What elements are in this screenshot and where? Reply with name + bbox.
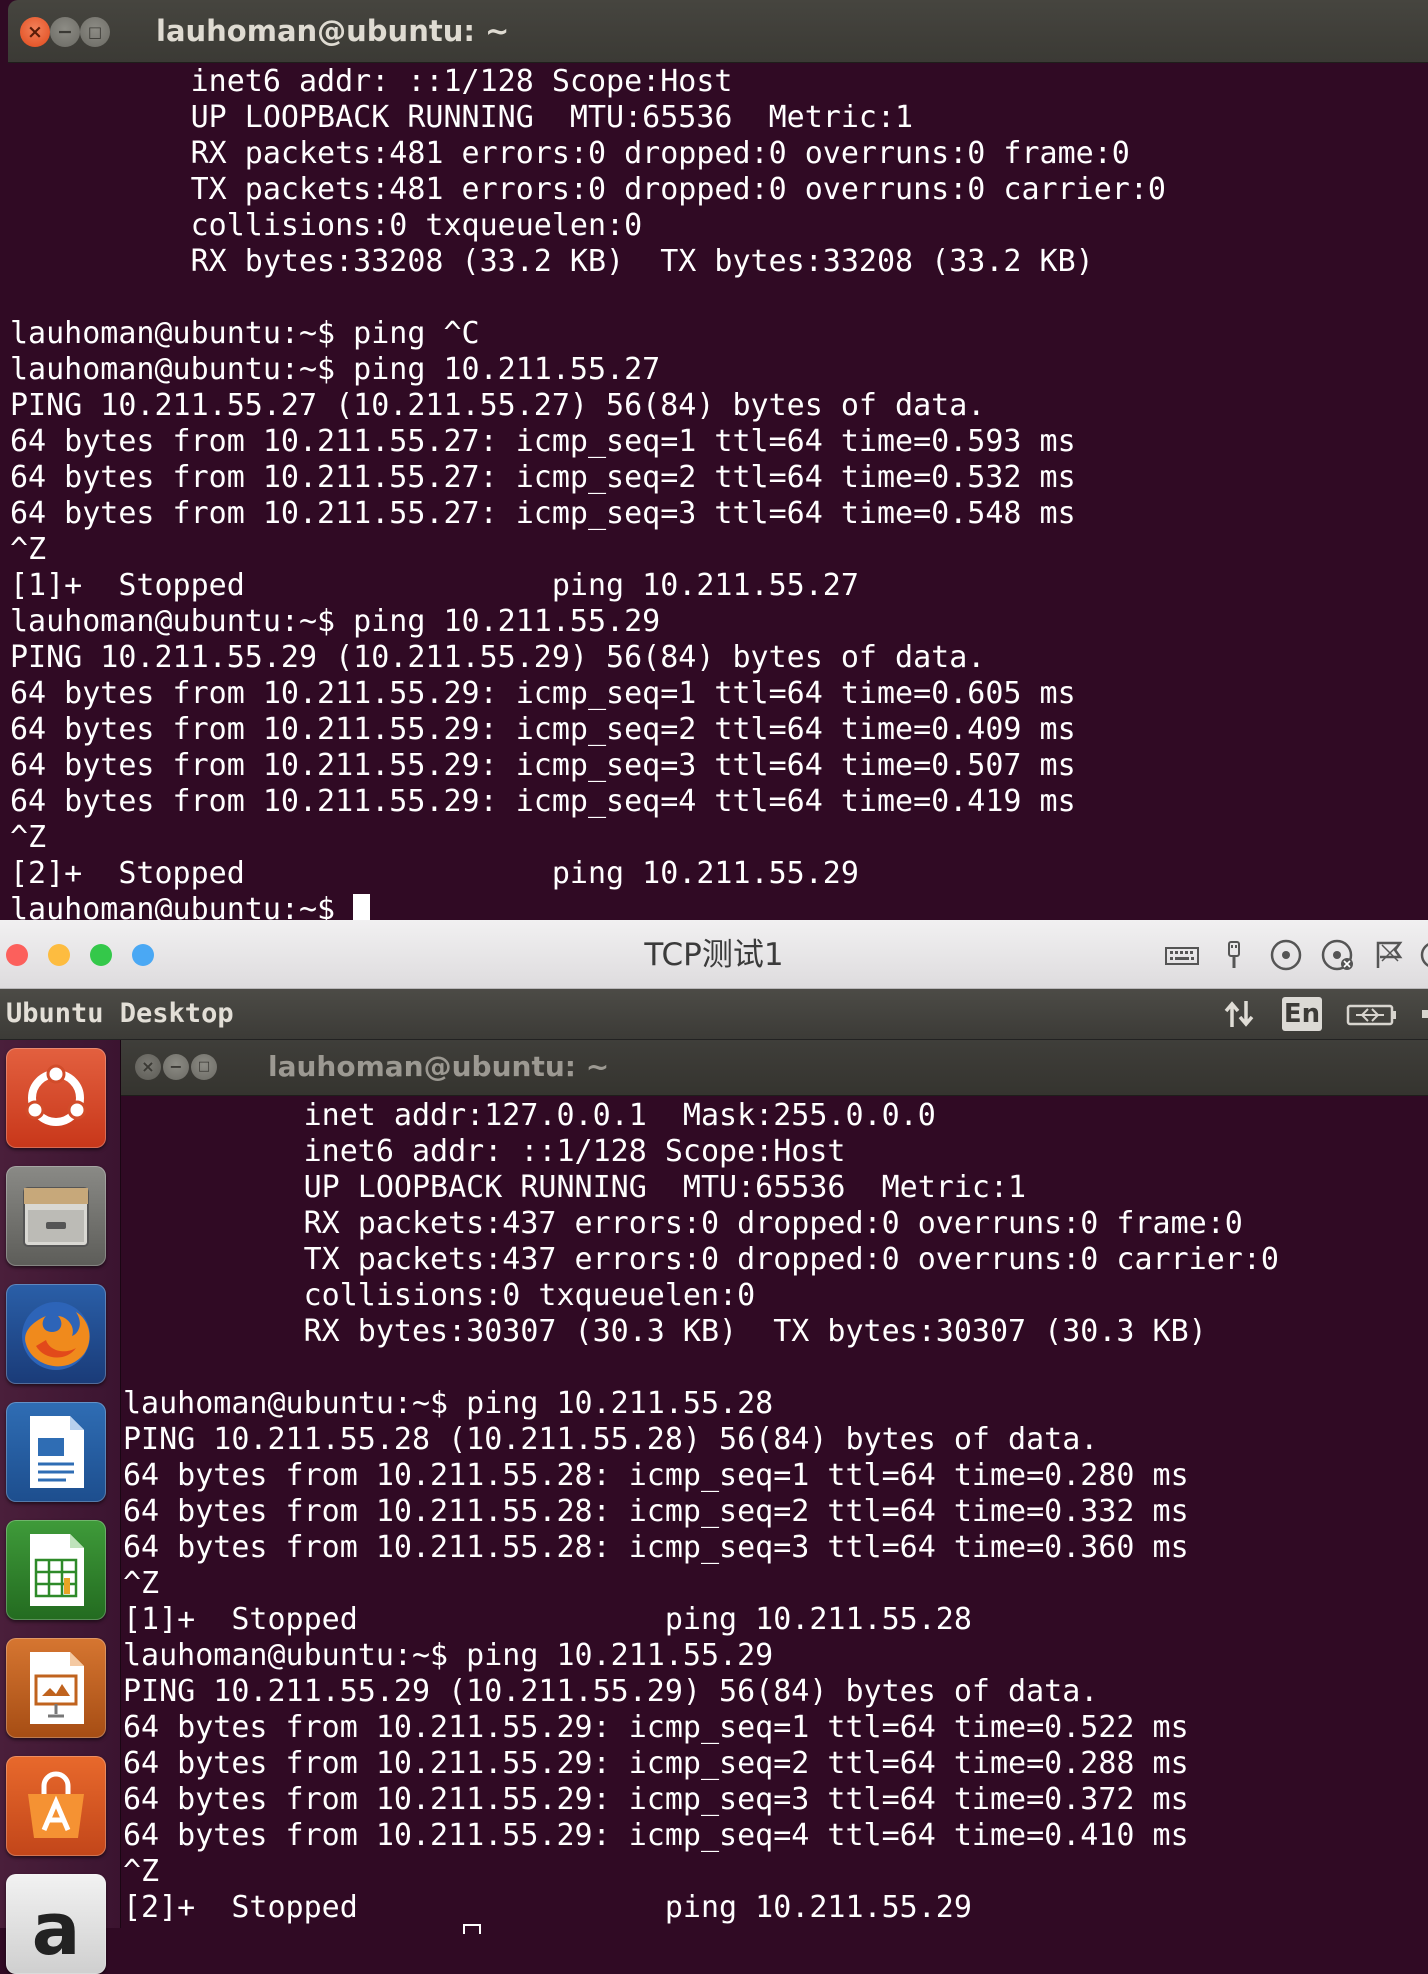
impress-icon[interactable] [6, 1638, 106, 1738]
maximize-icon[interactable]: □ [191, 1054, 217, 1080]
terminal-line: lauhoman@ubuntu:~$ ping ^C [10, 316, 480, 351]
firefox-icon[interactable] [6, 1284, 106, 1384]
terminal-line: UP LOOPBACK RUNNING MTU:65536 Metric:1 [123, 1170, 1027, 1205]
terminal-line: 64 bytes from 10.211.55.29: icmp_seq=3 t… [123, 1782, 1189, 1817]
terminal-line: lauhoman@ubuntu:~$ ping 10.211.55.27 [10, 352, 661, 387]
top-terminal-window: × − □ lauhoman@ubuntu: ~ inet6 addr: ::1… [0, 0, 1428, 927]
terminal-line: inet6 addr: ::1/128 Scope:Host [123, 1134, 846, 1169]
terminal-output[interactable]: inet6 addr: ::1/128 Scope:Host UP LOOPBA… [10, 64, 1428, 928]
cd-icon[interactable] [1268, 938, 1304, 972]
close-icon[interactable]: × [20, 17, 50, 47]
terminal-line: [1]+ Stopped ping 10.211.55.28 [123, 1602, 972, 1637]
terminal-line: 64 bytes from 10.211.55.29: icmp_seq=4 t… [123, 1818, 1189, 1853]
minimize-icon[interactable]: − [50, 17, 80, 47]
launcher: a [0, 1040, 121, 1974]
terminal-line: 64 bytes from 10.211.55.29: icmp_seq=1 t… [123, 1710, 1189, 1745]
ubuntu-dash-icon[interactable] [6, 1048, 106, 1148]
inner-terminal-titlebar[interactable]: × − □ lauhoman@ubuntu: ~ [121, 1040, 1428, 1096]
terminal-line: 64 bytes from 10.211.55.27: icmp_seq=1 t… [10, 424, 1076, 459]
terminal-line: 64 bytes from 10.211.55.29: icmp_seq=2 t… [10, 712, 1076, 747]
window-title: lauhoman@ubuntu: ~ [156, 14, 510, 48]
terminal-line: RX packets:481 errors:0 dropped:0 overru… [10, 136, 1130, 171]
terminal-line: PING 10.211.55.29 (10.211.55.29) 56(84) … [123, 1674, 1099, 1709]
top-panel: Ubuntu Desktop En [0, 989, 1428, 1040]
terminal-line: TX packets:437 errors:0 dropped:0 overru… [123, 1242, 1279, 1277]
flag-icon[interactable] [1372, 938, 1408, 972]
svg-text:a: a [32, 1887, 81, 1971]
terminal-line: TX packets:481 errors:0 dropped:0 overru… [10, 172, 1166, 207]
panel-title: Ubuntu Desktop [6, 998, 234, 1029]
terminal-lines: inet addr:127.0.0.1 Mask:255.0.0.0 inet6… [123, 1098, 1428, 1926]
terminal-line: RX packets:437 errors:0 dropped:0 overru… [123, 1206, 1243, 1241]
close-icon[interactable]: × [135, 1054, 161, 1080]
vm-titlebar[interactable]: TCP测试1 [0, 920, 1428, 989]
terminal-line: UP LOOPBACK RUNNING MTU:65536 Metric:1 [10, 100, 914, 135]
terminal-line: [2]+ Stopped ping 10.211.55.29 [10, 856, 859, 891]
terminal-line: inet addr:127.0.0.1 Mask:255.0.0.0 [123, 1098, 936, 1133]
minimize-icon[interactable]: − [163, 1054, 189, 1080]
terminal-line: 64 bytes from 10.211.55.28: icmp_seq=3 t… [123, 1530, 1189, 1565]
terminal-line: [1]+ Stopped ping 10.211.55.27 [10, 568, 859, 603]
software-center-icon[interactable] [6, 1756, 106, 1856]
inner-terminal-window: × − □ lauhoman@ubuntu: ~ inet addr:127.0… [121, 1040, 1428, 1928]
terminal-line: 64 bytes from 10.211.55.29: icmp_seq=1 t… [10, 676, 1076, 711]
terminal-line: ^Z [123, 1854, 160, 1889]
amazon-icon[interactable]: a [6, 1874, 106, 1974]
terminal-line: lauhoman@ubuntu:~$ ping 10.211.55.29 [10, 604, 661, 639]
terminal-line: 64 bytes from 10.211.55.27: icmp_seq=2 t… [10, 460, 1076, 495]
window-title: lauhoman@ubuntu: ~ [268, 1050, 610, 1083]
maximize-icon[interactable]: □ [80, 17, 110, 47]
terminal-line: collisions:0 txqueuelen:0 [123, 1278, 756, 1313]
language-indicator[interactable]: En [1282, 997, 1322, 1031]
calc-icon[interactable] [6, 1520, 106, 1620]
terminal-line: PING 10.211.55.27 (10.211.55.27) 56(84) … [10, 388, 986, 423]
top-terminal-titlebar[interactable]: × − □ lauhoman@ubuntu: ~ [8, 0, 1428, 63]
disc-eject-icon[interactable] [1320, 938, 1356, 972]
terminal-line: ^Z [123, 1566, 160, 1601]
terminal-output[interactable]: inet addr:127.0.0.1 Mask:255.0.0.0 inet6… [123, 1098, 1428, 1926]
terminal-lines: inet6 addr: ::1/128 Scope:Host UP LOOPBA… [10, 64, 1428, 892]
terminal-line: PING 10.211.55.28 (10.211.55.28) 56(84) … [123, 1422, 1099, 1457]
terminal-line: 64 bytes from 10.211.55.29: icmp_seq=3 t… [10, 748, 1076, 783]
terminal-line: [2]+ Stopped ping 10.211.55.29 [123, 1890, 972, 1925]
terminal-line: ^Z [10, 820, 47, 855]
terminal-line: 64 bytes from 10.211.55.27: icmp_seq=3 t… [10, 496, 1076, 531]
battery-icon[interactable] [1346, 997, 1398, 1031]
terminal-line: PING 10.211.55.29 (10.211.55.29) 56(84) … [10, 640, 986, 675]
vm-window: TCP测试1 Ubuntu Desktop En a × − □ lauhoma… [0, 920, 1428, 1974]
terminal-line: 64 bytes from 10.211.55.29: icmp_seq=2 t… [123, 1746, 1189, 1781]
terminal-line: ^Z [10, 532, 47, 567]
keyboard-icon[interactable] [1164, 938, 1200, 972]
files-icon[interactable] [6, 1166, 106, 1266]
terminal-line: RX bytes:33208 (33.2 KB) TX bytes:33208 … [10, 244, 1094, 279]
terminal-line: collisions:0 txqueuelen:0 [10, 208, 643, 243]
usb-icon[interactable] [1216, 938, 1252, 972]
terminal-line: lauhoman@ubuntu:~$ ping 10.211.55.29 [123, 1638, 774, 1673]
mouse-pointer [463, 1924, 481, 1934]
terminal-line: 64 bytes from 10.211.55.29: icmp_seq=4 t… [10, 784, 1076, 819]
more-icon[interactable] [1416, 938, 1428, 972]
terminal-line: RX bytes:30307 (30.3 KB) TX bytes:30307 … [123, 1314, 1207, 1349]
terminal-line: lauhoman@ubuntu:~$ ping 10.211.55.28 [123, 1386, 774, 1421]
volume-icon[interactable] [1418, 997, 1428, 1031]
network-icon[interactable] [1218, 997, 1262, 1031]
terminal-line: 64 bytes from 10.211.55.28: icmp_seq=2 t… [123, 1494, 1189, 1529]
writer-icon[interactable] [6, 1402, 106, 1502]
vm-window-title: TCP测试1 [644, 937, 784, 973]
terminal-line: 64 bytes from 10.211.55.28: icmp_seq=1 t… [123, 1458, 1189, 1493]
terminal-line: inet6 addr: ::1/128 Scope:Host [10, 64, 733, 99]
